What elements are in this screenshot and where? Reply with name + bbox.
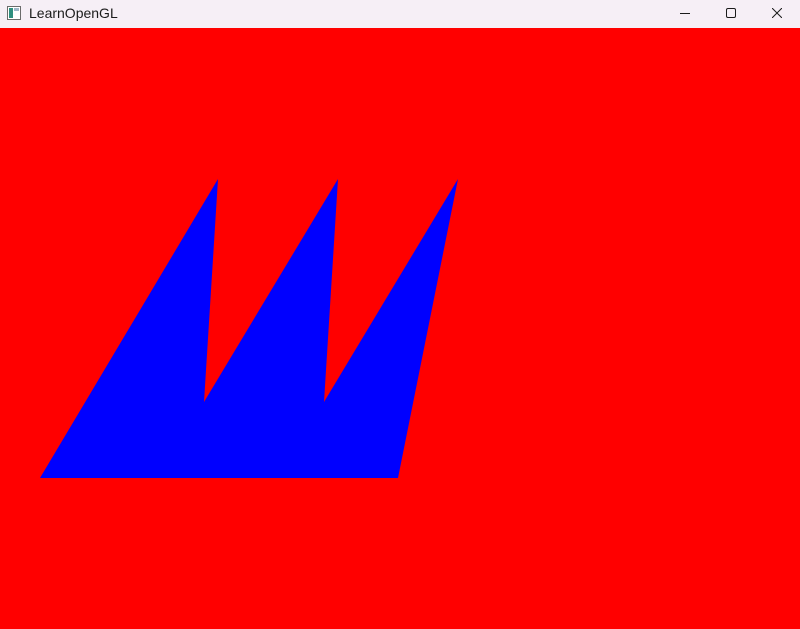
close-icon <box>771 5 783 23</box>
maximize-icon <box>726 5 736 23</box>
render-canvas <box>0 28 800 629</box>
window-title: LearnOpenGL <box>29 5 118 21</box>
opengl-window-icon <box>7 6 21 20</box>
minimize-icon <box>680 5 690 23</box>
minimize-button[interactable] <box>662 0 708 28</box>
close-button[interactable] <box>754 0 800 28</box>
app-window: LearnOpenGL <box>0 0 800 629</box>
maximize-button[interactable] <box>708 0 754 28</box>
opengl-viewport[interactable] <box>0 28 800 629</box>
title-bar[interactable]: LearnOpenGL <box>0 0 800 28</box>
